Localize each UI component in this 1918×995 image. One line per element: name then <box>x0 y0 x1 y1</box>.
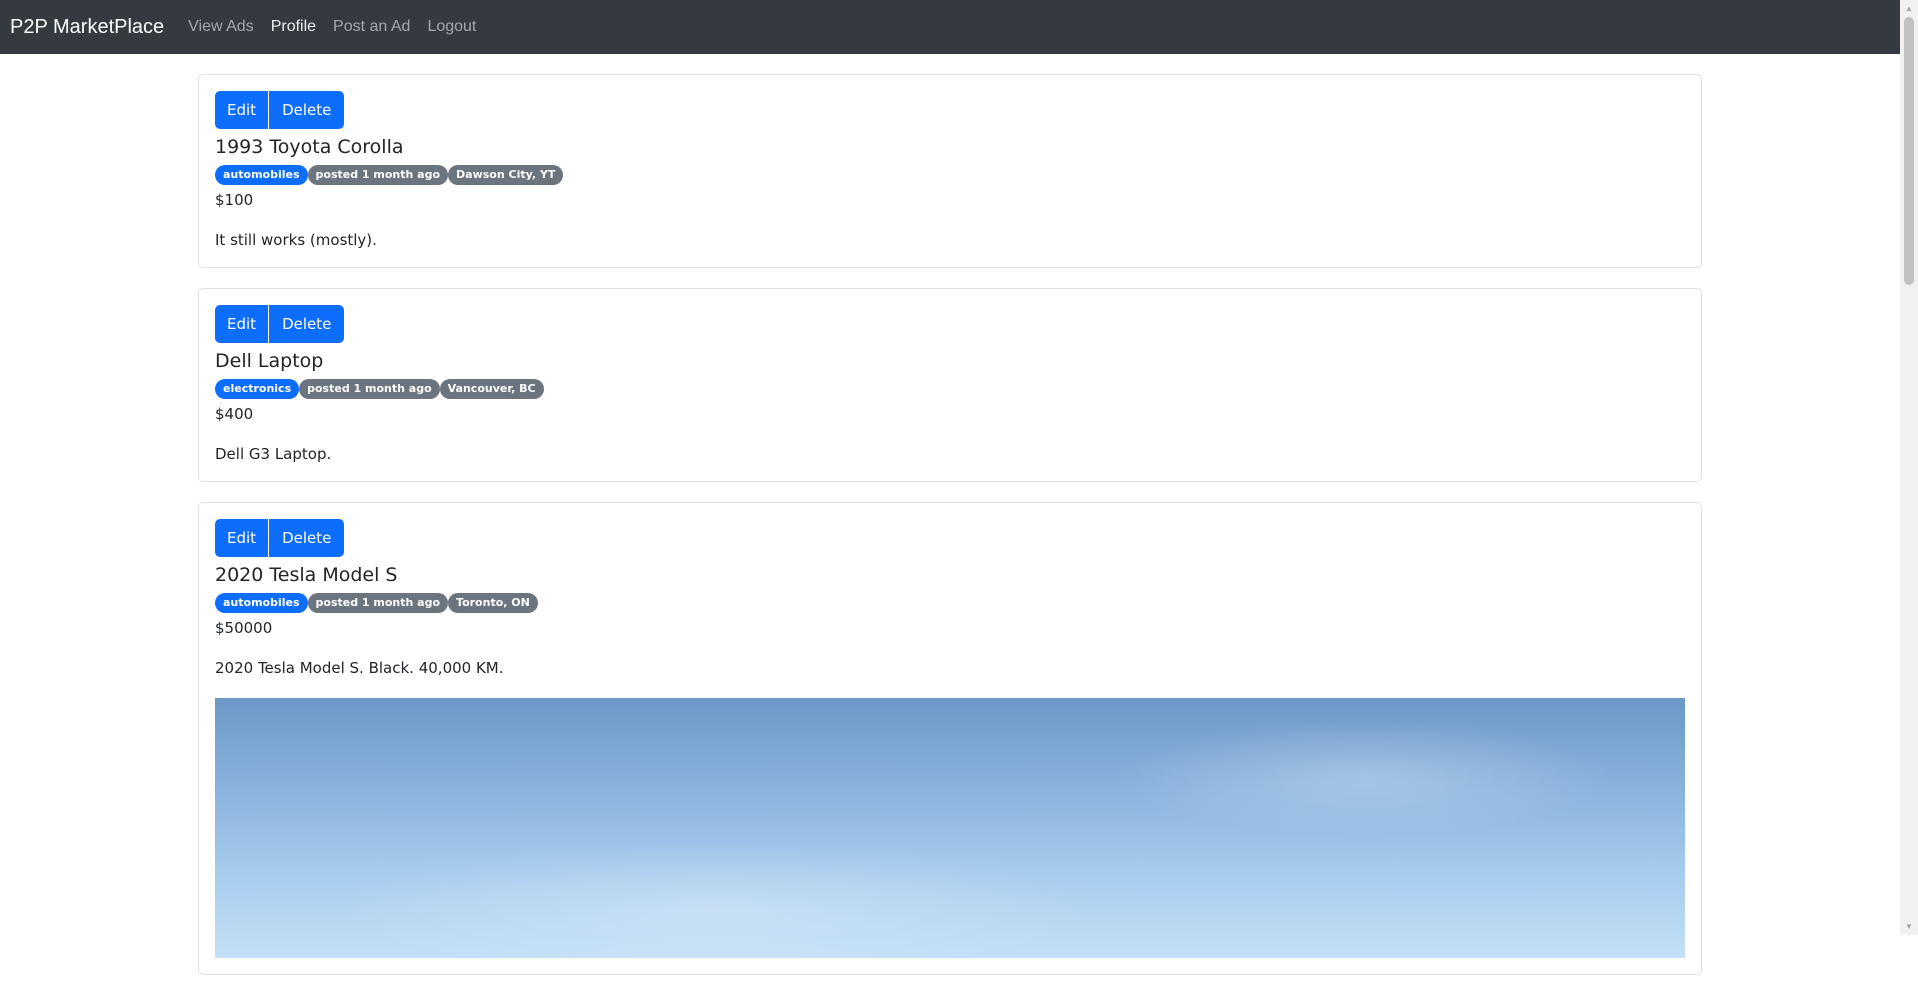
scroll-up-icon[interactable]: ▲ <box>1900 0 1918 17</box>
ad-card: Edit Delete 1993 Toyota Corolla automobi… <box>198 74 1702 268</box>
ad-image <box>215 698 1685 958</box>
edit-button[interactable]: Edit <box>215 91 269 129</box>
ad-card: Edit Delete Dell Laptop electronics post… <box>198 288 1702 482</box>
ad-title: Dell Laptop <box>215 350 324 372</box>
ad-badges: automobiles posted 1 month ago Dawson Ci… <box>215 165 1685 185</box>
ad-description: 2020 Tesla Model S. Black. 40,000 KM. <box>215 659 504 677</box>
location-badge: Vancouver, BC <box>439 379 544 399</box>
ads-list: Edit Delete 1993 Toyota Corolla automobi… <box>198 74 1702 995</box>
ad-price: $400 <box>215 405 254 423</box>
nav-logout[interactable]: Logout <box>427 18 476 36</box>
nav-post-ad[interactable]: Post an Ad <box>333 18 410 36</box>
nav-profile[interactable]: Profile <box>271 18 316 36</box>
sky-cloud <box>1115 718 1615 838</box>
ad-actions: Edit Delete <box>215 519 1685 557</box>
scroll-down-icon[interactable]: ▼ <box>1900 918 1918 935</box>
ad-price: $50000 <box>215 619 273 637</box>
ad-description: It still works (mostly). <box>215 231 377 249</box>
posted-badge: posted 1 month ago <box>299 379 440 399</box>
sky-cloud <box>315 838 1115 958</box>
top-navbar: P2P MarketPlace View Ads Profile Post an… <box>0 0 1900 54</box>
nav-view-ads[interactable]: View Ads <box>188 18 254 36</box>
ad-card: Edit Delete 2020 Tesla Model S automobil… <box>198 502 1702 975</box>
posted-badge: posted 1 month ago <box>307 593 449 613</box>
scroll-thumb[interactable] <box>1904 17 1914 285</box>
ad-title: 2020 Tesla Model S <box>215 564 398 586</box>
delete-button[interactable]: Delete <box>269 91 345 129</box>
edit-button[interactable]: Edit <box>215 519 269 557</box>
ad-badges: electronics posted 1 month ago Vancouver… <box>215 379 1685 399</box>
posted-badge: posted 1 month ago <box>307 165 449 185</box>
page-scrollbar[interactable]: ▲ ▼ <box>1900 0 1918 935</box>
location-badge: Toronto, ON <box>448 593 538 613</box>
brand-link[interactable]: P2P MarketPlace <box>10 16 164 39</box>
category-badge: electronics <box>215 379 300 399</box>
category-badge: automobiles <box>215 593 308 613</box>
ad-price: $100 <box>215 191 254 209</box>
delete-button[interactable]: Delete <box>269 305 345 343</box>
ad-description: Dell G3 Laptop. <box>215 445 332 463</box>
ad-actions: Edit Delete <box>215 305 1685 343</box>
category-badge: automobiles <box>215 165 308 185</box>
edit-button[interactable]: Edit <box>215 305 269 343</box>
ad-title: 1993 Toyota Corolla <box>215 136 404 158</box>
ad-badges: automobiles posted 1 month ago Toronto, … <box>215 593 1685 613</box>
delete-button[interactable]: Delete <box>269 519 345 557</box>
location-badge: Dawson City, YT <box>448 165 564 185</box>
ad-actions: Edit Delete <box>215 91 1685 129</box>
